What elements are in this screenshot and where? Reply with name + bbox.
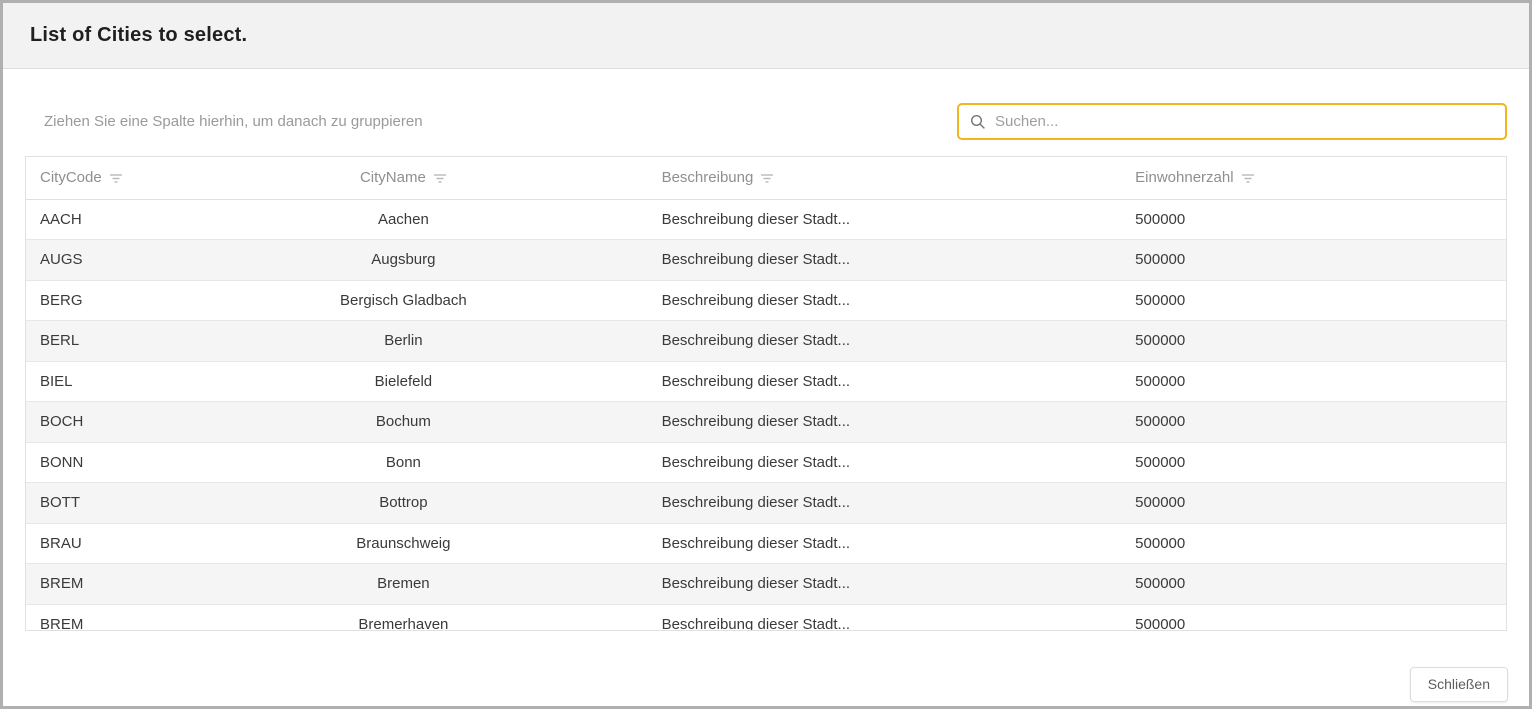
cell-cityname[interactable]: Bergisch Gladbach — [159, 280, 647, 321]
dialog-title: List of Cities to select. — [30, 24, 247, 47]
cell-citycode[interactable]: AUGS — [26, 240, 159, 281]
cell-citycode[interactable]: BRAU — [26, 523, 159, 564]
cell-einwohnerzahl[interactable]: 500000 — [1121, 402, 1506, 443]
close-button[interactable]: Schließen — [1410, 667, 1508, 702]
cell-einwohnerzahl[interactable]: 500000 — [1121, 361, 1506, 402]
cell-einwohnerzahl[interactable]: 500000 — [1121, 564, 1506, 605]
cell-einwohnerzahl[interactable]: 500000 — [1121, 523, 1506, 564]
table-row[interactable]: BERLBerlinBeschreibung dieser Stadt...50… — [26, 321, 1506, 362]
magnifier-icon — [970, 114, 986, 130]
dialog-titlebar: List of Cities to select. — [3, 3, 1529, 69]
cell-citycode[interactable]: BERG — [26, 280, 159, 321]
cell-cityname[interactable]: Bottrop — [159, 483, 647, 524]
table-row[interactable]: BRAUBraunschweigBeschreibung dieser Stad… — [26, 523, 1506, 564]
cell-beschreibung[interactable]: Beschreibung dieser Stadt... — [648, 402, 1122, 443]
dialog-body: Ziehen Sie eine Spalte hierhin, um danac… — [3, 69, 1529, 636]
grid-toolbar: Ziehen Sie eine Spalte hierhin, um danac… — [25, 103, 1507, 140]
cell-einwohnerzahl[interactable]: 500000 — [1121, 240, 1506, 281]
grid-header-row: CityCode CityName — [26, 157, 1506, 199]
cell-cityname[interactable]: Braunschweig — [159, 523, 647, 564]
cell-citycode[interactable]: BREM — [26, 604, 159, 631]
column-header-label: CityName — [360, 169, 426, 186]
column-header-cityname[interactable]: CityName — [159, 157, 647, 199]
table-row[interactable]: BREMBremenBeschreibung dieser Stadt...50… — [26, 564, 1506, 605]
filter-icon[interactable] — [433, 172, 447, 184]
table-row[interactable]: BONNBonnBeschreibung dieser Stadt...5000… — [26, 442, 1506, 483]
cell-einwohnerzahl[interactable]: 500000 — [1121, 199, 1506, 240]
column-header-einwohnerzahl[interactable]: Einwohnerzahl — [1121, 157, 1506, 199]
cell-citycode[interactable]: BIEL — [26, 361, 159, 402]
cell-cityname[interactable]: Bonn — [159, 442, 647, 483]
cell-citycode[interactable]: AACH — [26, 199, 159, 240]
column-header-citycode[interactable]: CityCode — [26, 157, 159, 199]
cell-beschreibung[interactable]: Beschreibung dieser Stadt... — [648, 564, 1122, 605]
table-row[interactable]: BIELBielefeldBeschreibung dieser Stadt..… — [26, 361, 1506, 402]
cell-cityname[interactable]: Augsburg — [159, 240, 647, 281]
cell-beschreibung[interactable]: Beschreibung dieser Stadt... — [648, 442, 1122, 483]
table-row[interactable]: BOCHBochumBeschreibung dieser Stadt...50… — [26, 402, 1506, 443]
group-panel-drop-zone[interactable]: Ziehen Sie eine Spalte hierhin, um danac… — [25, 113, 423, 130]
cell-beschreibung[interactable]: Beschreibung dieser Stadt... — [648, 280, 1122, 321]
filter-icon[interactable] — [109, 172, 123, 184]
cell-einwohnerzahl[interactable]: 500000 — [1121, 442, 1506, 483]
cities-select-dialog: List of Cities to select. Ziehen Sie ein… — [0, 0, 1532, 709]
table-row[interactable]: AUGSAugsburgBeschreibung dieser Stadt...… — [26, 240, 1506, 281]
cell-citycode[interactable]: BOCH — [26, 402, 159, 443]
table-row[interactable]: BOTTBottropBeschreibung dieser Stadt...5… — [26, 483, 1506, 524]
column-header-label: CityCode — [40, 169, 102, 186]
cell-einwohnerzahl[interactable]: 500000 — [1121, 604, 1506, 631]
cell-citycode[interactable]: BOTT — [26, 483, 159, 524]
cell-cityname[interactable]: Bochum — [159, 402, 647, 443]
cell-beschreibung[interactable]: Beschreibung dieser Stadt... — [648, 199, 1122, 240]
search-box — [957, 103, 1507, 140]
dialog-footer: Schließen — [3, 636, 1529, 707]
search-input[interactable] — [995, 113, 1494, 130]
cell-beschreibung[interactable]: Beschreibung dieser Stadt... — [648, 361, 1122, 402]
cell-einwohnerzahl[interactable]: 500000 — [1121, 483, 1506, 524]
cell-beschreibung[interactable]: Beschreibung dieser Stadt... — [648, 604, 1122, 631]
column-header-label: Einwohnerzahl — [1135, 169, 1233, 186]
cell-beschreibung[interactable]: Beschreibung dieser Stadt... — [648, 240, 1122, 281]
cell-cityname[interactable]: Bremerhaven — [159, 604, 647, 631]
cell-einwohnerzahl[interactable]: 500000 — [1121, 280, 1506, 321]
cell-einwohnerzahl[interactable]: 500000 — [1121, 321, 1506, 362]
cell-cityname[interactable]: Berlin — [159, 321, 647, 362]
cell-beschreibung[interactable]: Beschreibung dieser Stadt... — [648, 523, 1122, 564]
table-row[interactable]: BREMBremerhavenBeschreibung dieser Stadt… — [26, 604, 1506, 631]
cell-citycode[interactable]: BONN — [26, 442, 159, 483]
column-header-beschreibung[interactable]: Beschreibung — [648, 157, 1122, 199]
cell-cityname[interactable]: Bremen — [159, 564, 647, 605]
cell-cityname[interactable]: Aachen — [159, 199, 647, 240]
column-header-label: Beschreibung — [662, 169, 754, 186]
cell-citycode[interactable]: BREM — [26, 564, 159, 605]
filter-icon[interactable] — [760, 172, 774, 184]
filter-icon[interactable] — [1241, 172, 1255, 184]
cell-cityname[interactable]: Bielefeld — [159, 361, 647, 402]
cell-beschreibung[interactable]: Beschreibung dieser Stadt... — [648, 321, 1122, 362]
table-row[interactable]: BERGBergisch GladbachBeschreibung dieser… — [26, 280, 1506, 321]
cell-beschreibung[interactable]: Beschreibung dieser Stadt... — [648, 483, 1122, 524]
cell-citycode[interactable]: BERL — [26, 321, 159, 362]
table-row[interactable]: AACHAachenBeschreibung dieser Stadt...50… — [26, 199, 1506, 240]
cities-data-grid: CityCode CityName — [25, 156, 1507, 631]
